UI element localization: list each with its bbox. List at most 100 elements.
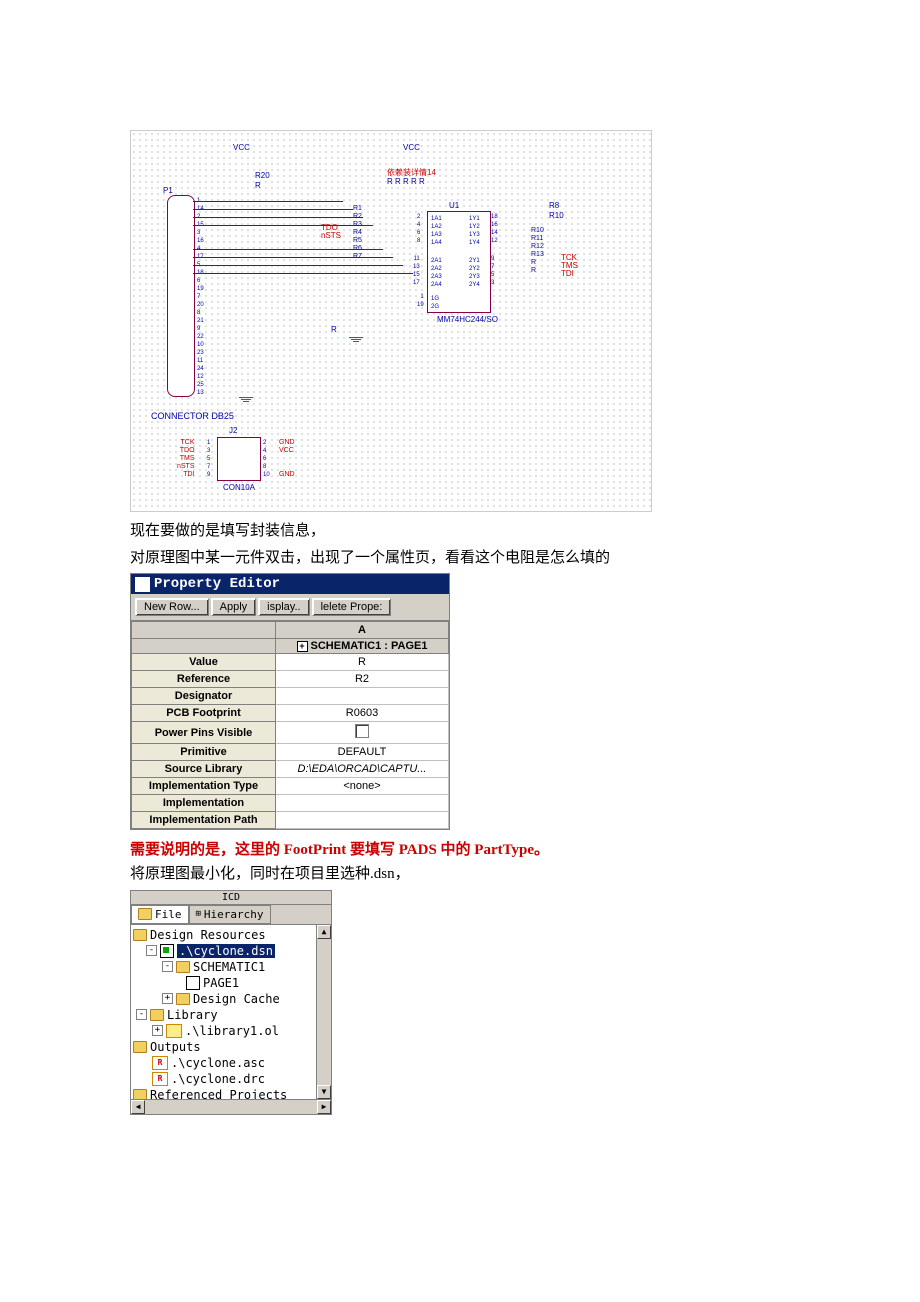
prop-value-sourcelib[interactable]: D:\EDA\ORCAD\CAPTU... <box>276 761 449 778</box>
prop-value-reference[interactable]: R2 <box>276 671 449 688</box>
tree-row-page1[interactable]: PAGE1 <box>133 975 329 991</box>
prop-label-sourcelib: Source Library <box>132 761 276 778</box>
table-row: Implementation Type<none> <box>132 778 449 795</box>
folder-icon <box>133 1041 147 1053</box>
prop-value-impltype[interactable]: <none> <box>276 778 449 795</box>
prop-value-value[interactable]: R <box>276 654 449 671</box>
property-editor-titlebar: Property Editor <box>131 574 449 594</box>
delete-property-button[interactable]: lelete Prope: <box>312 598 392 616</box>
expand-icon[interactable]: + <box>152 1025 163 1036</box>
res-array-rs: R R R R R <box>387 177 425 186</box>
table-row: Implementation Path <box>132 812 449 829</box>
tree-body[interactable]: Design Resources - .\cyclone.dsn - SCHEM… <box>131 925 331 1099</box>
j2-right-nets: GND VCC GND <box>279 439 295 479</box>
prop-value-implpath[interactable] <box>276 812 449 829</box>
tdi-net-label: TDI <box>561 269 574 278</box>
tree-row-design-cache[interactable]: + Design Cache <box>133 991 329 1007</box>
schematic-diagram[interactable]: VCC VCC R20 R 依赖装详情14 R R R R R P1 114 2… <box>130 130 652 512</box>
j2-left-nums: 13579 <box>207 439 210 479</box>
prop-value-designator[interactable] <box>276 688 449 705</box>
table-row: PrimitiveDEFAULT <box>132 744 449 761</box>
connector-db25-body <box>167 195 195 397</box>
project-tree-panel: ICD File ⊞ Hierarchy Design Resources - … <box>130 890 332 1115</box>
scroll-down-icon[interactable]: ▼ <box>317 1085 331 1099</box>
u1-left-mid-pins: 2A1 2A2 2A3 2A4 <box>431 257 442 289</box>
property-editor-window: Property Editor New Row... Apply isplay.… <box>130 573 450 830</box>
table-row: Implementation <box>132 795 449 812</box>
expand-icon[interactable]: + <box>297 641 308 652</box>
prop-label-impltype: Implementation Type <box>132 778 276 795</box>
tree-row-schematic1[interactable]: - SCHEMATIC1 <box>133 959 329 975</box>
text-line-2: 对原理图中某一元件双击，出现了一个属性页，看看这个电阻是怎么填的 <box>130 547 790 570</box>
u1-bottom-pins: 1G 2G <box>431 295 439 311</box>
folder-icon <box>150 1009 164 1021</box>
new-row-button[interactable]: New Row... <box>135 598 209 616</box>
db25-pin-numbers: 114 215 316 417 518 619 720 821 922 1023… <box>197 197 204 397</box>
r20-value-label: R <box>255 181 261 190</box>
prop-value-footprint[interactable]: R0603 <box>276 705 449 722</box>
prop-value-impl[interactable] <box>276 795 449 812</box>
tree-row-cyclone-drc[interactable]: .\cyclone.drc <box>133 1071 329 1087</box>
tree-row-library1[interactable]: + .\library1.ol <box>133 1023 329 1039</box>
connector-db25-label: CONNECTOR DB25 <box>151 411 234 421</box>
prop-label-designator: Designator <box>132 688 276 705</box>
r8-label: R8 <box>549 201 559 210</box>
collapse-icon[interactable]: - <box>136 1009 147 1020</box>
column-A-header[interactable]: A <box>276 622 449 639</box>
r-right-labels: R10 R11 R12 R13 R R <box>531 227 544 275</box>
scroll-right-icon[interactable]: ▶ <box>317 1100 331 1114</box>
table-row: ValueR <box>132 654 449 671</box>
tree-row-design-resources[interactable]: Design Resources <box>133 927 329 943</box>
folder-icon <box>133 929 147 941</box>
vcc-right-label: VCC <box>403 143 420 152</box>
tree-row-outputs[interactable]: Outputs <box>133 1039 329 1055</box>
p1-label: P1 <box>163 186 173 195</box>
tree-row-cyclone-asc[interactable]: .\cyclone.asc <box>133 1055 329 1071</box>
tree-row-cyclone-dsn[interactable]: - .\cyclone.dsn <box>133 943 329 959</box>
table-row: Source LibraryD:\EDA\ORCAD\CAPTU... <box>132 761 449 778</box>
tree-row-referenced-projects[interactable]: Referenced Projects <box>133 1087 329 1099</box>
j2-body <box>217 437 261 481</box>
folder-open-icon <box>176 961 190 973</box>
power-pins-checkbox[interactable] <box>355 724 369 738</box>
prop-label-reference: Reference <box>132 671 276 688</box>
page-icon <box>186 976 200 990</box>
red-note-text: 需要说明的是，这里的 FootPrint 要填写 PADS 中的 PartTyp… <box>130 838 790 859</box>
report-icon <box>152 1072 168 1086</box>
property-grid[interactable]: A +SCHEMATIC1 : PAGE1 ValueR ReferenceR2… <box>131 621 449 829</box>
tree-tabs: File ⊞ Hierarchy <box>131 905 331 925</box>
prop-label-powerpins: Power Pins Visible <box>132 722 276 744</box>
tab-file[interactable]: File <box>131 905 189 924</box>
j2-right-nums: 246810 <box>263 439 270 479</box>
folder-icon <box>133 1089 147 1099</box>
j2-left-nets: TCK TDO TMS nSTS TDI <box>177 439 195 479</box>
report-icon <box>152 1056 168 1070</box>
schematic-page-header[interactable]: +SCHEMATIC1 : PAGE1 <box>276 639 449 654</box>
collapse-icon[interactable]: - <box>146 945 157 956</box>
hierarchy-icon: ⊞ <box>196 909 201 919</box>
expand-icon[interactable]: + <box>162 993 173 1004</box>
r-bottom-label: R <box>331 325 337 334</box>
apply-button[interactable]: Apply <box>211 598 257 616</box>
scroll-up-icon[interactable]: ▲ <box>317 925 331 939</box>
scroll-left-icon[interactable]: ◀ <box>131 1100 145 1114</box>
prop-value-primitive[interactable]: DEFAULT <box>276 744 449 761</box>
project-tree-title: ICD <box>131 891 331 905</box>
table-row: PCB FootprintR0603 <box>132 705 449 722</box>
display-button[interactable]: isplay.. <box>258 598 309 616</box>
table-row: Power Pins Visible <box>132 722 449 744</box>
u1-label: U1 <box>449 201 459 210</box>
prop-value-powerpins[interactable] <box>276 722 449 744</box>
collapse-icon[interactable]: - <box>162 961 173 972</box>
library-icon <box>166 1024 182 1038</box>
text-line-1: 现在要做的是填写封装信息， <box>130 520 790 543</box>
vertical-scrollbar[interactable]: ▲ ▼ <box>316 925 331 1099</box>
dsn-icon <box>160 944 174 958</box>
horizontal-scrollbar[interactable]: ◀ ▶ <box>131 1099 331 1114</box>
prop-label-footprint: PCB Footprint <box>132 705 276 722</box>
nsts-net-label: nSTS <box>321 231 341 240</box>
tab-hierarchy[interactable]: ⊞ Hierarchy <box>189 905 271 924</box>
table-row: ReferenceR2 <box>132 671 449 688</box>
tree-row-library[interactable]: - Library <box>133 1007 329 1023</box>
property-editor-toolbar: New Row... Apply isplay.. lelete Prope: <box>131 594 449 621</box>
